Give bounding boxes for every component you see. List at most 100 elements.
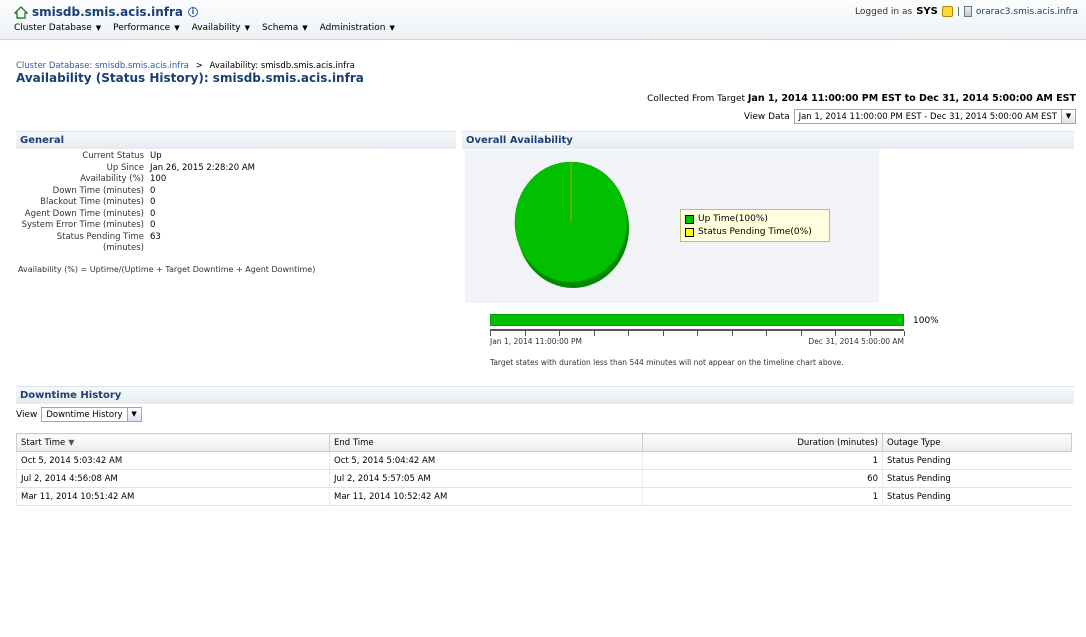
view-data: View Data Jan 1, 2014 11:00:00 PM EST - … xyxy=(744,109,1076,124)
general-header: General xyxy=(16,131,456,149)
timeline-tick xyxy=(524,331,526,336)
chevron-down-icon[interactable]: ▼ xyxy=(1061,110,1075,123)
menu-bar: Cluster Database ▼ Performance ▼ Availabil… xyxy=(14,23,395,33)
kv-value: 0 xyxy=(150,185,156,196)
lock-icon[interactable] xyxy=(941,6,953,17)
kv-value: 0 xyxy=(150,220,156,230)
menu-cluster-database[interactable]: Cluster Database ▼ xyxy=(14,23,101,33)
kv-row: Agent Down Time (minutes) 0 xyxy=(16,209,255,221)
sort-desc-icon[interactable]: ▼ xyxy=(68,438,74,447)
timeline-tick xyxy=(766,331,767,336)
timeline-tick xyxy=(593,331,595,336)
chevron-down-icon: ▼ xyxy=(389,24,395,32)
collected-range: Jan 1, 2014 11:00:00 PM EST to Dec 31, 2… xyxy=(747,93,1076,104)
legend-label: Status Pending Time(0%) xyxy=(698,227,812,237)
kv-key: Status Pending Time (minutes) xyxy=(56,231,144,254)
kv-value: 63 xyxy=(150,231,161,242)
logged-in-label: Logged in as xyxy=(855,6,913,17)
col-start-time[interactable]: Start Time ▼ xyxy=(16,433,330,452)
col-end-time[interactable]: End Time xyxy=(329,433,643,452)
target-title[interactable]: smisdb.smis.acis.infra i xyxy=(14,5,199,19)
timeline-start: Jan 1, 2014 11:00:00 PM xyxy=(490,337,583,346)
menu-performance[interactable]: Performance ▼ xyxy=(113,23,179,33)
timeline-percent: 100% xyxy=(913,316,939,326)
timeline-tick xyxy=(731,331,733,336)
target-name[interactable]: smisdb.smis.acis.infra xyxy=(32,5,183,19)
timeline-tick xyxy=(800,331,802,336)
kv-key: System Error Time (minutes) xyxy=(21,220,144,230)
cell-duration: 60 xyxy=(642,469,883,488)
legend-swatch-pending xyxy=(685,228,694,237)
info-icon[interactable]: i xyxy=(188,7,199,17)
view-label: View xyxy=(16,409,38,420)
timeline-tick xyxy=(490,331,491,336)
downtime-view: View Downtime History ▼ xyxy=(16,407,142,422)
timeline-end: Dec 31, 2014 5:00:00 AM xyxy=(808,337,904,346)
availability-formula: Availability (%) = Uptime/(Uptime + Targ… xyxy=(18,265,316,274)
kv-row: Down Time (minutes) 0 xyxy=(16,186,255,198)
overall-header: Overall Availability xyxy=(462,131,1074,149)
view-data-value: Jan 1, 2014 11:00:00 PM EST - Dec 31, 20… xyxy=(798,111,1057,122)
chevron-down-icon: ▼ xyxy=(174,24,180,32)
kv-row: System Error Time (minutes) 0 xyxy=(16,220,255,232)
downtime-view-select[interactable]: Downtime History ▼ xyxy=(41,407,142,422)
legend-item: Up Time(100%) xyxy=(685,213,825,226)
chart-legend: Up Time(100%) Status Pending Time(0%) xyxy=(680,209,830,242)
general-panel: Current Status Up Up Since Jan 26, 2015 2:… xyxy=(16,151,255,255)
kv-value: 0 xyxy=(150,208,156,219)
kv-row: Current Status Up xyxy=(16,151,255,163)
host-link[interactable]: orarac3.smis.acis.infra xyxy=(976,7,1078,17)
col-outage-type[interactable]: Outage Type xyxy=(882,433,1072,452)
downtime-header: Downtime History xyxy=(16,386,1074,404)
downtime-title: Downtime History xyxy=(20,390,122,401)
kv-value: Up xyxy=(150,151,162,161)
kv-key: Current Status xyxy=(82,151,144,161)
home-icon[interactable] xyxy=(14,5,28,19)
top-bar: smisdb.smis.acis.infra i Logged in as SY… xyxy=(0,0,1086,40)
view-data-select[interactable]: Jan 1, 2014 11:00:00 PM EST - Dec 31, 20… xyxy=(793,109,1076,124)
timeline-tick xyxy=(628,331,629,336)
menu-schema[interactable]: Schema ▼ xyxy=(262,23,308,33)
table-row: Oct 5, 2014 5:03:42 AM Oct 5, 2014 5:04:… xyxy=(16,451,1072,470)
cell-end: Oct 5, 2014 5:04:42 AM xyxy=(329,451,643,470)
breadcrumb: Cluster Database: smisdb.smis.acis.infra… xyxy=(16,61,355,71)
cell-end: Jul 2, 2014 5:57:05 AM xyxy=(329,469,643,488)
view-data-label: View Data xyxy=(743,111,790,122)
timeline-axis xyxy=(490,329,905,336)
kv-key: Up Since xyxy=(106,162,144,173)
kv-value: Jan 26, 2015 2:28:20 AM xyxy=(150,162,255,173)
cell-end: Mar 11, 2014 10:52:42 AM xyxy=(329,487,643,506)
kv-key: Availability (%) xyxy=(80,174,144,184)
timeline-tick xyxy=(835,331,836,336)
collected-label: Collected From Target xyxy=(647,94,746,104)
table-row: Jul 2, 2014 4:56:08 AM Jul 2, 2014 5:57:… xyxy=(16,469,1072,488)
cell-outage: Status Pending xyxy=(882,469,1072,488)
chevron-down-icon[interactable]: ▼ xyxy=(126,408,141,421)
server-icon xyxy=(963,6,972,17)
cell-duration: 1 xyxy=(642,487,883,506)
kv-key: Agent Down Time (minutes) xyxy=(24,208,144,219)
menu-availability[interactable]: Availability ▼ xyxy=(192,23,250,33)
timeline-tick xyxy=(904,331,905,336)
cell-outage: Status Pending xyxy=(882,451,1072,470)
chevron-down-icon: ▼ xyxy=(302,24,308,32)
legend-swatch-up xyxy=(685,215,694,224)
cell-duration: 1 xyxy=(642,451,883,470)
cell-start: Oct 5, 2014 5:03:42 AM xyxy=(16,451,330,470)
page-title: Availability (Status History): smisdb.sm… xyxy=(16,71,364,85)
kv-row: Availability (%) 100 xyxy=(16,174,255,186)
legend-label: Up Time(100%) xyxy=(698,214,768,224)
breadcrumb-current: Availability: smisdb.smis.acis.infra xyxy=(209,61,355,71)
timeline-tick xyxy=(869,331,871,336)
kv-key: Blackout Time (minutes) xyxy=(40,197,144,207)
chevron-down-icon: ▼ xyxy=(244,24,251,32)
user-name: SYS xyxy=(916,6,938,17)
general-title: General xyxy=(20,135,64,146)
cell-start: Jul 2, 2014 4:56:08 AM xyxy=(16,469,330,488)
kv-value: 100 xyxy=(150,174,167,184)
menu-administration[interactable]: Administration ▼ xyxy=(320,23,395,33)
separator: | xyxy=(956,6,960,17)
col-duration[interactable]: Duration (minutes) xyxy=(642,433,883,452)
breadcrumb-link[interactable]: Cluster Database: smisdb.smis.acis.infra xyxy=(16,61,189,71)
downtime-view-value: Downtime History xyxy=(46,409,123,420)
